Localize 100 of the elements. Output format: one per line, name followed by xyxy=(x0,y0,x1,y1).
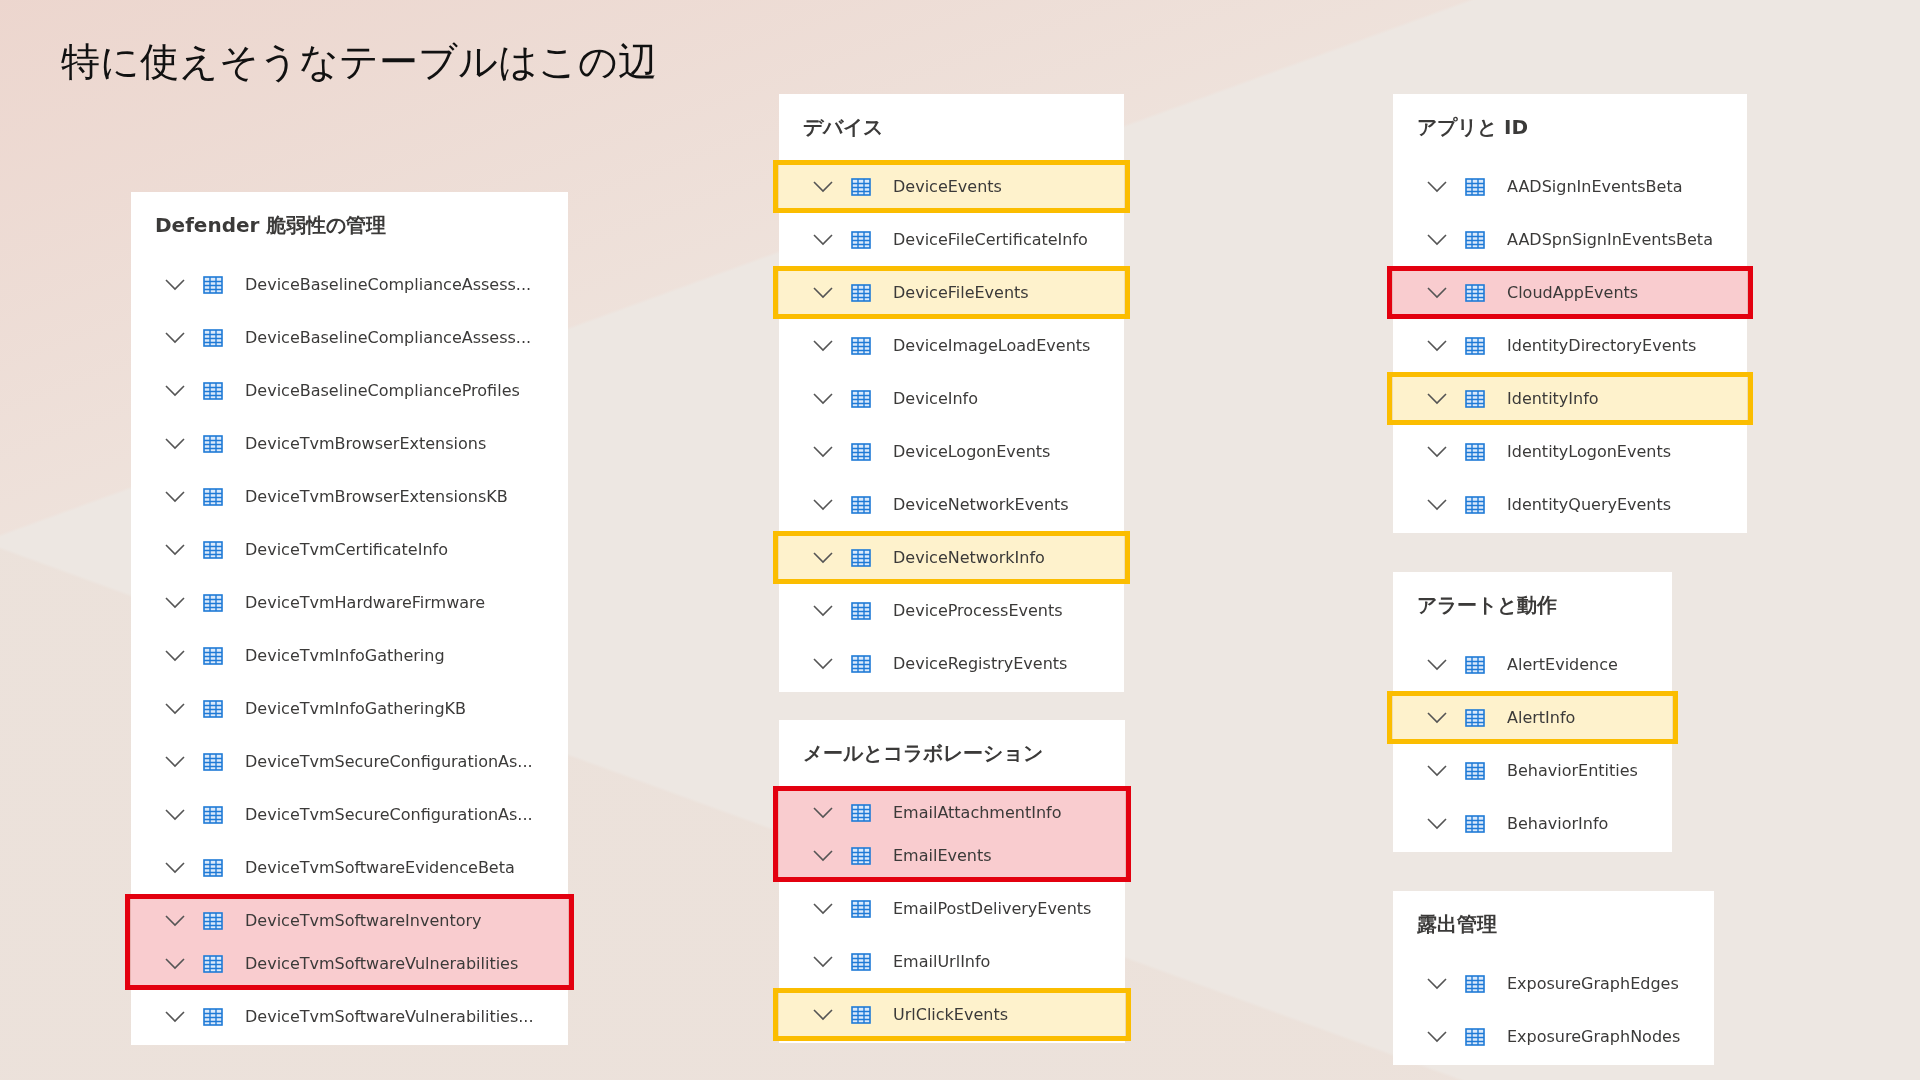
table-name[interactable]: ExposureGraphNodes xyxy=(1507,1027,1681,1046)
chevron-down-icon[interactable] xyxy=(1427,1030,1447,1043)
table-name[interactable]: AlertEvidence xyxy=(1507,655,1618,674)
chevron-down-icon[interactable] xyxy=(165,649,185,662)
table-icon xyxy=(851,442,871,461)
chevron-down-icon[interactable] xyxy=(1427,339,1447,352)
table-name[interactable]: DeviceTvmSecureConfigurationAs... xyxy=(245,805,533,824)
chevron-down-icon[interactable] xyxy=(165,755,185,768)
chevron-down-icon[interactable] xyxy=(165,914,185,927)
table-name[interactable]: DeviceFileEvents xyxy=(893,283,1029,302)
table-name[interactable]: DeviceTvmSoftwareVulnerabilities xyxy=(245,954,519,973)
chevron-down-icon[interactable] xyxy=(165,808,185,821)
table-icon xyxy=(851,336,871,355)
table-name[interactable]: DeviceRegistryEvents xyxy=(893,654,1068,673)
table-name[interactable]: IdentityDirectoryEvents xyxy=(1507,336,1697,355)
table-name[interactable]: DeviceTvmBrowserExtensions xyxy=(245,434,487,453)
table-name[interactable]: DeviceLogonEvents xyxy=(893,442,1051,461)
chevron-down-icon[interactable] xyxy=(813,180,833,193)
chevron-down-icon[interactable] xyxy=(1427,286,1447,299)
table-name[interactable]: DeviceTvmSoftwareEvidenceBeta xyxy=(245,858,515,877)
table-icon xyxy=(203,434,223,453)
table-name[interactable]: DeviceNetworkInfo xyxy=(893,548,1045,567)
chevron-down-icon[interactable] xyxy=(813,902,833,915)
chevron-down-icon[interactable] xyxy=(165,543,185,556)
table-icon xyxy=(851,230,871,249)
table-name[interactable]: DeviceNetworkEvents xyxy=(893,495,1069,514)
chevron-down-icon[interactable] xyxy=(813,1008,833,1021)
chevron-down-icon[interactable] xyxy=(1427,445,1447,458)
chevron-down-icon[interactable] xyxy=(1427,180,1447,193)
table-name[interactable]: DeviceTvmSecureConfigurationAs... xyxy=(245,752,533,771)
table-name[interactable]: DeviceBaselineComplianceAssess... xyxy=(245,275,532,294)
table-name[interactable]: DeviceEvents xyxy=(893,177,1002,196)
chevron-down-icon[interactable] xyxy=(813,806,833,819)
table-icon xyxy=(203,540,223,559)
table-icon xyxy=(851,177,871,196)
chevron-down-icon[interactable] xyxy=(1427,977,1447,990)
chevron-down-icon[interactable] xyxy=(813,657,833,670)
table-name[interactable]: DeviceTvmInfoGathering xyxy=(245,646,445,665)
chevron-down-icon[interactable] xyxy=(813,955,833,968)
table-icon xyxy=(1465,1027,1485,1046)
table-name[interactable]: DeviceInfo xyxy=(893,389,978,408)
chevron-down-icon[interactable] xyxy=(813,286,833,299)
chevron-down-icon[interactable] xyxy=(165,957,185,970)
table-name[interactable]: BehaviorInfo xyxy=(1507,814,1609,833)
table-name[interactable]: DeviceBaselineComplianceProfiles xyxy=(245,381,520,400)
table-name[interactable]: EmailAttachmentInfo xyxy=(893,803,1062,822)
table-name[interactable]: DeviceTvmBrowserExtensionsKB xyxy=(245,487,508,506)
chevron-down-icon[interactable] xyxy=(813,392,833,405)
table-name[interactable]: BehaviorEntities xyxy=(1507,761,1638,780)
table-icon xyxy=(1465,974,1485,993)
chevron-down-icon[interactable] xyxy=(165,437,185,450)
chevron-down-icon[interactable] xyxy=(1427,498,1447,511)
table-name[interactable]: AADSignInEventsBeta xyxy=(1507,177,1683,196)
chevron-down-icon[interactable] xyxy=(813,233,833,246)
table-icon xyxy=(851,495,871,514)
chevron-down-icon[interactable] xyxy=(1427,711,1447,724)
chevron-down-icon[interactable] xyxy=(813,551,833,564)
table-name[interactable]: CloudAppEvents xyxy=(1507,283,1639,302)
table-name[interactable]: ExposureGraphEdges xyxy=(1507,974,1679,993)
chevron-down-icon[interactable] xyxy=(1427,392,1447,405)
chevron-down-icon[interactable] xyxy=(813,849,833,862)
table-name[interactable]: DeviceBaselineComplianceAssess... xyxy=(245,328,532,347)
table-name[interactable]: IdentityQueryEvents xyxy=(1507,495,1672,514)
chevron-down-icon[interactable] xyxy=(165,702,185,715)
table-name[interactable]: UrlClickEvents xyxy=(893,1005,1009,1024)
table-name[interactable]: AlertInfo xyxy=(1507,708,1576,727)
table-icon xyxy=(203,858,223,877)
table-icon xyxy=(1465,389,1485,408)
chevron-down-icon[interactable] xyxy=(165,278,185,291)
table-icon xyxy=(203,646,223,665)
chevron-down-icon[interactable] xyxy=(165,331,185,344)
chevron-down-icon[interactable] xyxy=(165,861,185,874)
chevron-down-icon[interactable] xyxy=(813,498,833,511)
table-name[interactable]: EmailEvents xyxy=(893,846,992,865)
chevron-down-icon[interactable] xyxy=(165,490,185,503)
table-name[interactable]: DeviceTvmSoftwareInventory xyxy=(245,911,482,930)
chevron-down-icon[interactable] xyxy=(813,604,833,617)
table-icon xyxy=(851,899,871,918)
table-name[interactable]: IdentityInfo xyxy=(1507,389,1599,408)
chevron-down-icon[interactable] xyxy=(165,1010,185,1023)
table-name[interactable]: DeviceTvmInfoGatheringKB xyxy=(245,699,467,718)
chevron-down-icon[interactable] xyxy=(1427,658,1447,671)
table-name[interactable]: IdentityLogonEvents xyxy=(1507,442,1671,461)
table-name[interactable]: DeviceImageLoadEvents xyxy=(893,336,1091,355)
table-name[interactable]: DeviceTvmCertificateInfo xyxy=(245,540,448,559)
chevron-down-icon[interactable] xyxy=(813,445,833,458)
table-name[interactable]: EmailPostDeliveryEvents xyxy=(893,899,1092,918)
chevron-down-icon[interactable] xyxy=(165,596,185,609)
table-name[interactable]: DeviceProcessEvents xyxy=(893,601,1063,620)
table-name[interactable]: EmailUrlInfo xyxy=(893,952,991,971)
chevron-down-icon[interactable] xyxy=(1427,817,1447,830)
table-name[interactable]: AADSpnSignInEventsBeta xyxy=(1507,230,1713,249)
chevron-down-icon[interactable] xyxy=(1427,233,1447,246)
chevron-down-icon[interactable] xyxy=(1427,764,1447,777)
table-icon xyxy=(851,952,871,971)
table-name[interactable]: DeviceTvmHardwareFirmware xyxy=(245,593,486,612)
chevron-down-icon[interactable] xyxy=(813,339,833,352)
chevron-down-icon[interactable] xyxy=(165,384,185,397)
table-name[interactable]: DeviceTvmSoftwareVulnerabilities... xyxy=(245,1007,534,1026)
table-name[interactable]: DeviceFileCertificateInfo xyxy=(893,230,1088,249)
